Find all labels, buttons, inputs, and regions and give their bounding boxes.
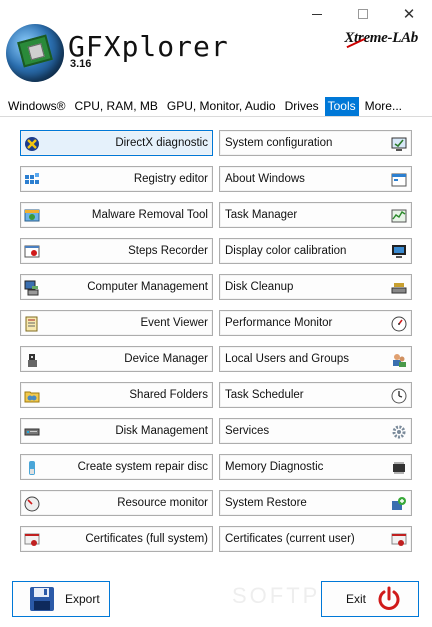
tool-button-system-configuration[interactable]: System configuration: [219, 130, 412, 156]
device-manager-icon: [24, 352, 40, 368]
tool-button-label: Registry editor: [133, 173, 208, 185]
tool-button-display-color-calibration[interactable]: Display color calibration: [219, 238, 412, 264]
directx-icon: [24, 136, 40, 152]
disk-cleanup-icon: [391, 280, 407, 296]
close-button[interactable]: ✕: [386, 0, 432, 28]
tool-button-label: Computer Management: [87, 281, 208, 293]
tool-button-label: Display color calibration: [225, 245, 347, 257]
tool-button-label: Task Scheduler: [225, 389, 304, 401]
tool-button-memory-diagnostic[interactable]: Memory Diagnostic: [219, 454, 412, 480]
tool-button-label: System configuration: [225, 137, 333, 149]
tool-button-computer-management[interactable]: Computer Management: [20, 274, 213, 300]
tool-button-label: Disk Management: [115, 425, 208, 437]
computer-management-icon: [24, 280, 40, 296]
steps-recorder-icon: [24, 244, 40, 260]
certificates-icon: [24, 532, 40, 548]
tools-grid: DirectX diagnostic System configuration Re…: [20, 130, 412, 552]
close-icon: ✕: [402, 5, 416, 23]
tool-button-directx-diagnostic[interactable]: DirectX diagnostic: [20, 130, 213, 156]
shared-folders-icon: [24, 388, 40, 404]
tool-button-label: Certificates (current user): [225, 533, 355, 545]
memory-chip-icon: [391, 460, 407, 476]
performance-monitor-icon: [391, 316, 407, 332]
tool-button-malware-removal-tool[interactable]: Malware Removal Tool: [20, 202, 213, 228]
tool-button-label: Resource monitor: [117, 497, 208, 509]
tool-button-label: DirectX diagnostic: [115, 137, 208, 149]
exit-label: Exit: [346, 592, 367, 606]
app-title: GFXplorer: [68, 30, 229, 63]
tool-button-label: Memory Diagnostic: [225, 461, 324, 473]
tool-button-shared-folders[interactable]: Shared Folders: [20, 382, 213, 408]
app-version: 3.16: [70, 58, 92, 70]
minimize-icon: [312, 13, 322, 15]
tool-button-create-system-repair-disc[interactable]: Create system repair disc: [20, 454, 213, 480]
tool-button-label: Services: [225, 425, 270, 437]
export-button[interactable]: Export: [12, 581, 110, 617]
malware-icon: [24, 208, 40, 224]
tool-button-label: Disk Cleanup: [225, 281, 294, 293]
exit-button[interactable]: Exit: [321, 581, 419, 617]
tool-button-local-users-and-groups[interactable]: Local Users and Groups: [219, 346, 412, 372]
tool-button-task-scheduler[interactable]: Task Scheduler: [219, 382, 412, 408]
floppy-disk-icon: [30, 587, 54, 611]
app-logo-icon: [6, 24, 64, 82]
tool-button-label: Local Users and Groups: [225, 353, 350, 365]
tool-button-disk-cleanup[interactable]: Disk Cleanup: [219, 274, 412, 300]
disk-management-icon: [24, 424, 40, 440]
tool-button-label: About Windows: [225, 173, 305, 185]
tab-more[interactable]: More...: [362, 97, 405, 116]
registry-icon: [24, 172, 40, 188]
tool-button-label: Shared Folders: [129, 389, 208, 401]
tab-bar: Windows® CPU, RAM, MB GPU, Monitor, Audio D…: [0, 97, 432, 117]
tool-button-label: Task Manager: [225, 209, 298, 221]
repair-disc-icon: [24, 460, 40, 476]
tab-windows[interactable]: Windows®: [5, 97, 69, 116]
tool-button-label: Certificates (full system): [85, 533, 208, 545]
users-groups-icon: [391, 352, 407, 368]
resource-monitor-icon: [24, 496, 40, 512]
tool-button-disk-management[interactable]: Disk Management: [20, 418, 213, 444]
task-scheduler-icon: [391, 388, 407, 404]
tool-button-about-windows[interactable]: About Windows: [219, 166, 412, 192]
tool-button-label: Malware Removal Tool: [91, 209, 208, 221]
tool-button-resource-monitor[interactable]: Resource monitor: [20, 490, 213, 516]
minimize-button[interactable]: [294, 0, 340, 28]
system-configuration-icon: [391, 136, 407, 152]
tool-button-certificates-full-system[interactable]: Certificates (full system): [20, 526, 213, 552]
event-viewer-icon: [24, 316, 40, 332]
about-windows-icon: [391, 172, 407, 188]
system-restore-icon: [391, 496, 407, 512]
tool-button-label: Device Manager: [124, 353, 208, 365]
tool-button-system-restore[interactable]: System Restore: [219, 490, 412, 516]
certificates-icon: [391, 532, 407, 548]
tool-button-label: Create system repair disc: [77, 461, 208, 473]
tab-gpu-monitor-audio[interactable]: GPU, Monitor, Audio: [164, 97, 279, 116]
maximize-button[interactable]: [340, 0, 386, 28]
tool-button-label: Performance Monitor: [225, 317, 333, 329]
tool-button-label: Event Viewer: [140, 317, 208, 329]
tab-cpu-ram-mb[interactable]: CPU, RAM, MB: [72, 97, 161, 116]
tool-button-label: System Restore: [225, 497, 307, 509]
tool-button-label: Steps Recorder: [128, 245, 208, 257]
tool-button-event-viewer[interactable]: Event Viewer: [20, 310, 213, 336]
tab-tools[interactable]: Tools: [324, 97, 359, 116]
tab-drives[interactable]: Drives: [282, 97, 322, 116]
power-icon: [378, 586, 400, 610]
tool-button-performance-monitor[interactable]: Performance Monitor: [219, 310, 412, 336]
tool-button-device-manager[interactable]: Device Manager: [20, 346, 213, 372]
window-controls: ✕: [294, 0, 432, 28]
tool-button-registry-editor[interactable]: Registry editor: [20, 166, 213, 192]
services-gear-icon: [391, 424, 407, 440]
tool-button-services[interactable]: Services: [219, 418, 412, 444]
brand-logo: Xtreme-LAb: [344, 30, 418, 46]
display-calibration-icon: [391, 244, 407, 260]
export-label: Export: [65, 592, 100, 606]
tool-button-steps-recorder[interactable]: Steps Recorder: [20, 238, 213, 264]
tool-button-certificates-current-user[interactable]: Certificates (current user): [219, 526, 412, 552]
task-manager-icon: [391, 208, 407, 224]
maximize-icon: [358, 9, 368, 19]
tool-button-task-manager[interactable]: Task Manager: [219, 202, 412, 228]
